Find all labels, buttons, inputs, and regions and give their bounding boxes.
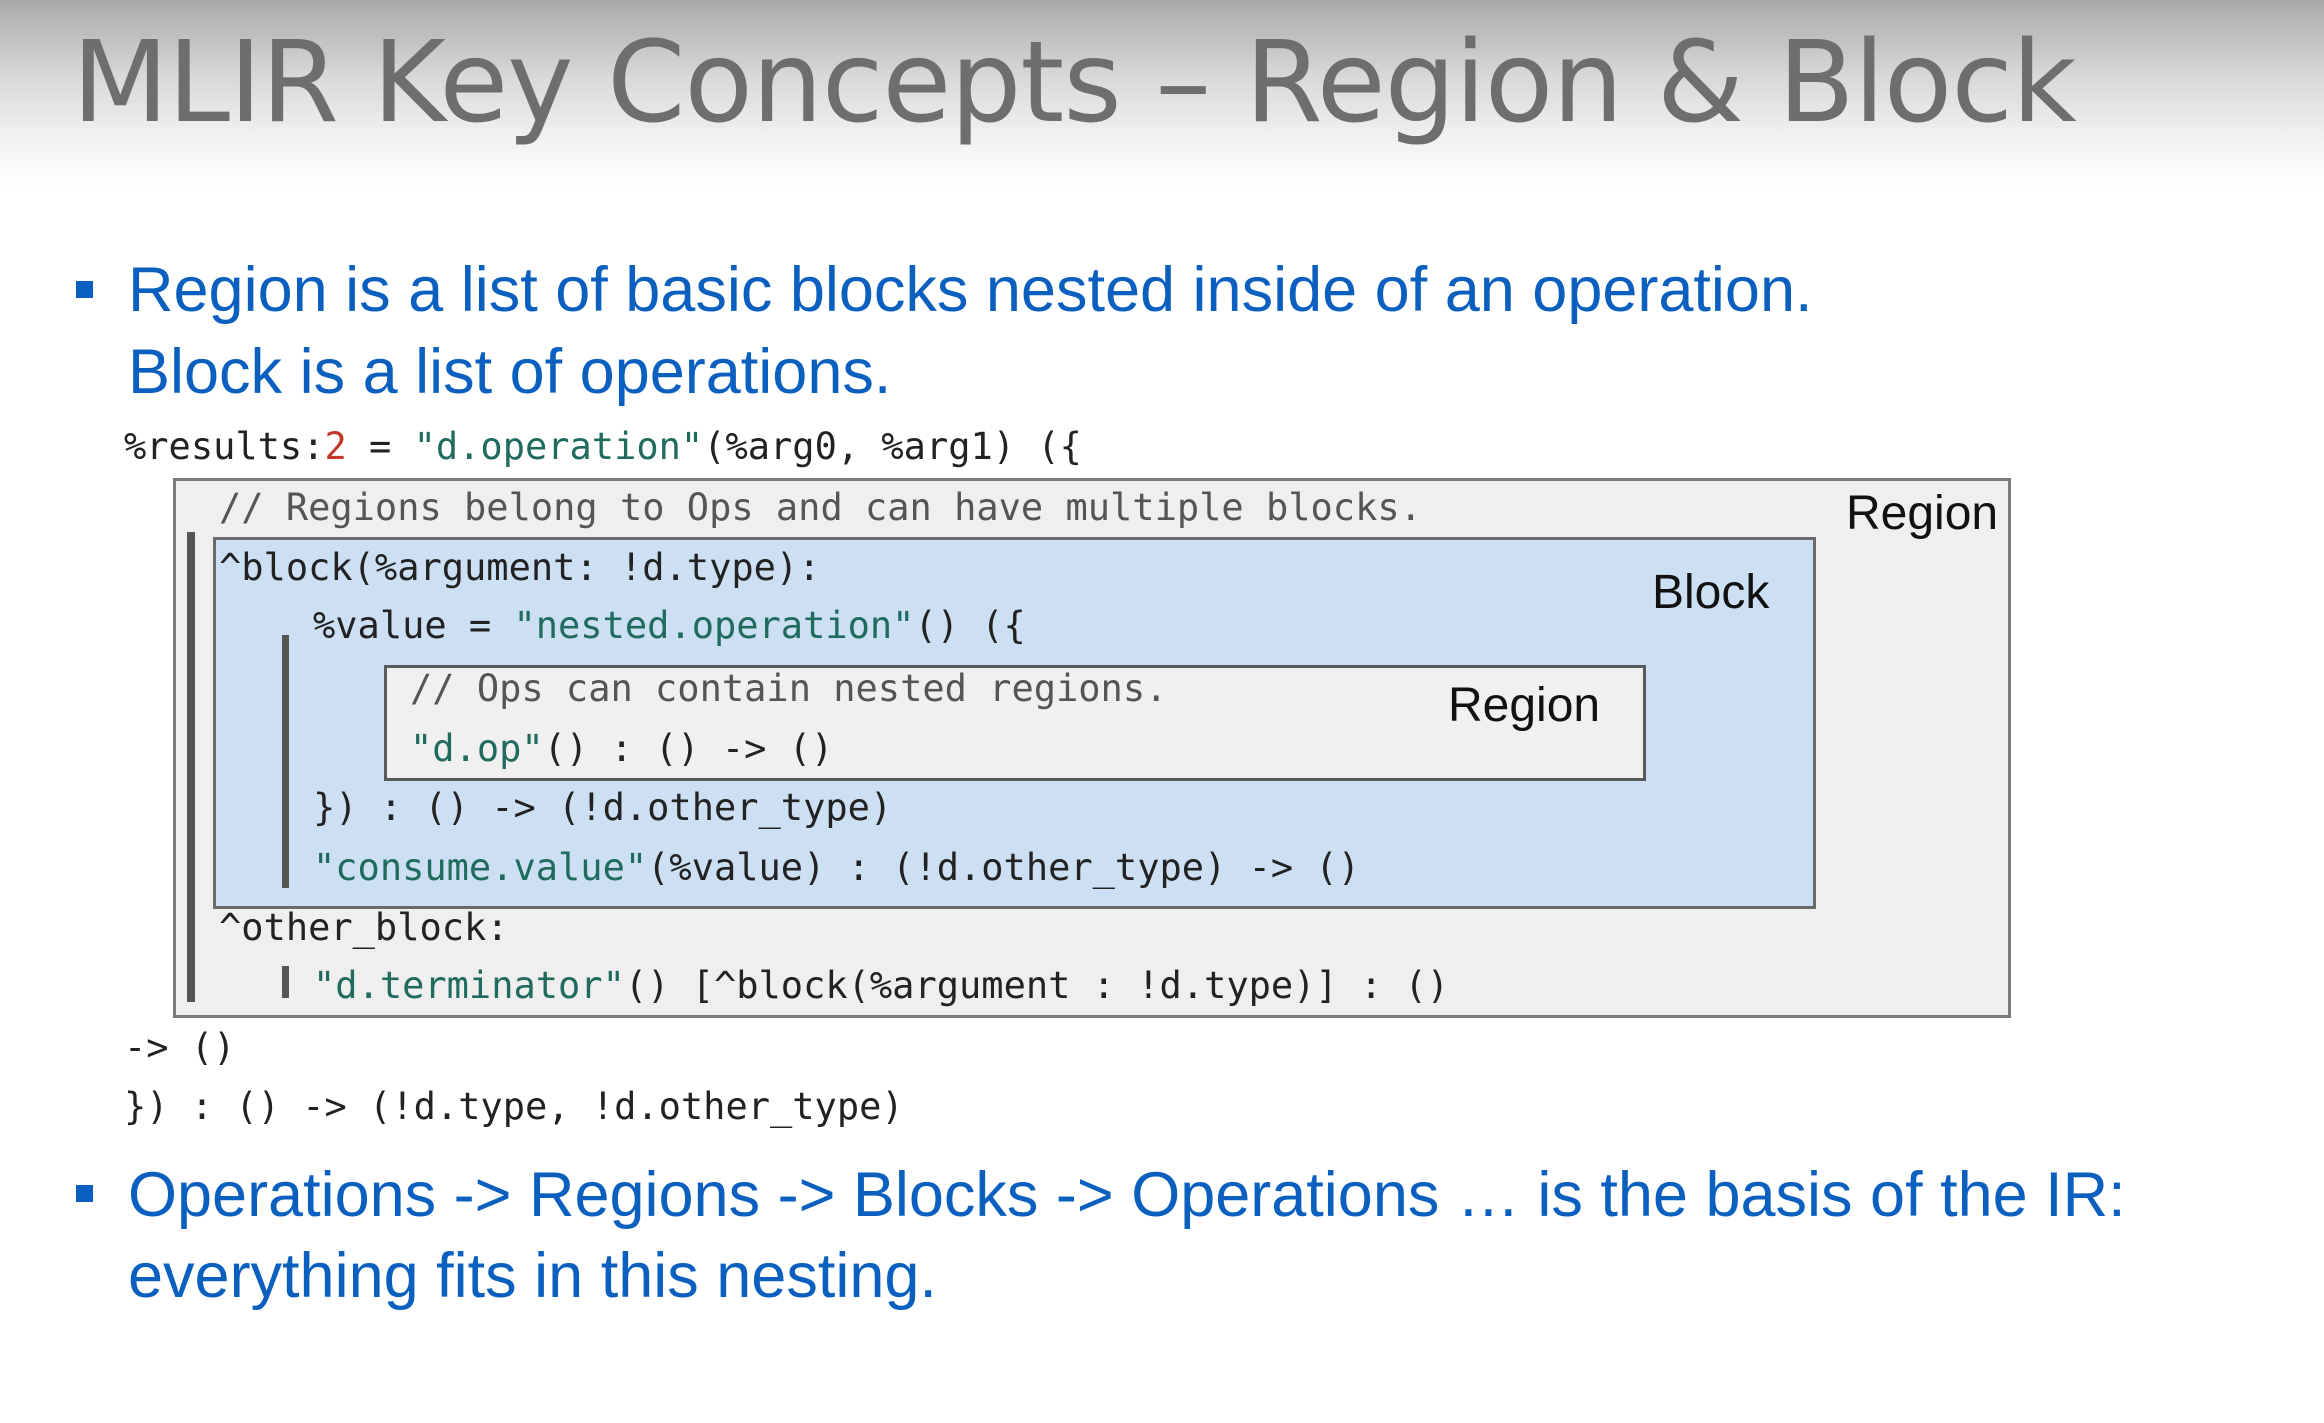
bullet-1-line-1-rest: is a list of basic blocks nested inside …	[327, 255, 1813, 325]
code-token: () [^block(%argument : !d.type)] : ()	[624, 964, 1450, 1007]
bullet-marker-2	[76, 1185, 93, 1202]
code-line-11: -> ()	[124, 1026, 236, 1069]
code-token: (%value) : (!d.other_type) -> ()	[647, 846, 1360, 889]
bullet-1-line-1: Region is a list of basic blocks nested …	[128, 250, 1813, 330]
inner-region-label: Region	[1448, 679, 1601, 732]
code-line-3: ^block(%argument: !d.type):	[219, 546, 821, 589]
code-line-2: // Regions belong to Ops and can have mu…	[219, 486, 1422, 529]
code-token: =	[346, 425, 414, 468]
code-line-8: "consume.value"(%value) : (!d.other_type…	[313, 846, 1360, 890]
code-string: "d.op"	[410, 727, 544, 770]
code-line-4: %value = "nested.operation"() ({	[313, 604, 1026, 648]
code-token: () ({	[914, 604, 1026, 647]
slide-title: MLIR Key Concepts – Region & Block	[72, 18, 2077, 148]
code-line-12: }) : () -> (!d.type, !d.other_type)	[124, 1085, 904, 1128]
code-line-1: %results:2 = "d.operation"(%arg0, %arg1)…	[124, 425, 1082, 469]
block-ops-bar	[282, 635, 289, 888]
code-line-9: ^other_block:	[219, 906, 509, 949]
bullet-1-line-2: Block is a list of operations.	[128, 332, 891, 412]
code-string: "d.terminator"	[313, 964, 625, 1007]
block-keyword: Block	[128, 337, 283, 407]
code-number: 2	[324, 425, 347, 468]
bullet-2-line-2: everything fits in this nesting.	[128, 1241, 937, 1311]
outer-region-bar	[187, 532, 195, 1002]
code-string: "nested.operation"	[513, 604, 915, 647]
code-string: "consume.value"	[313, 846, 648, 889]
code-token: (%arg0, %arg1) ({	[703, 425, 1082, 468]
code-line-6: "d.op"() : () -> ()	[410, 727, 833, 771]
code-token: %results:	[124, 425, 325, 468]
code-token: %value =	[313, 604, 514, 647]
code-line-7: }) : () -> (!d.other_type)	[313, 786, 893, 829]
block-label: Block	[1652, 566, 1770, 619]
code-token: () : () -> ()	[543, 727, 834, 770]
region-keyword: Region	[128, 255, 328, 325]
bullet-marker-1	[76, 281, 93, 298]
bullet-2-line-1: Operations -> Regions -> Blocks -> Opera…	[128, 1160, 2126, 1230]
code-line-5: // Ops can contain nested regions.	[410, 667, 1168, 710]
code-string: "d.operation"	[413, 425, 704, 468]
outer-region-label: Region	[1846, 487, 1999, 540]
code-line-10: "d.terminator"() [^block(%argument : !d.…	[313, 964, 1449, 1008]
terminator-bar	[282, 966, 289, 998]
bullet-1-line-2-rest: is a list of operations.	[282, 337, 892, 407]
